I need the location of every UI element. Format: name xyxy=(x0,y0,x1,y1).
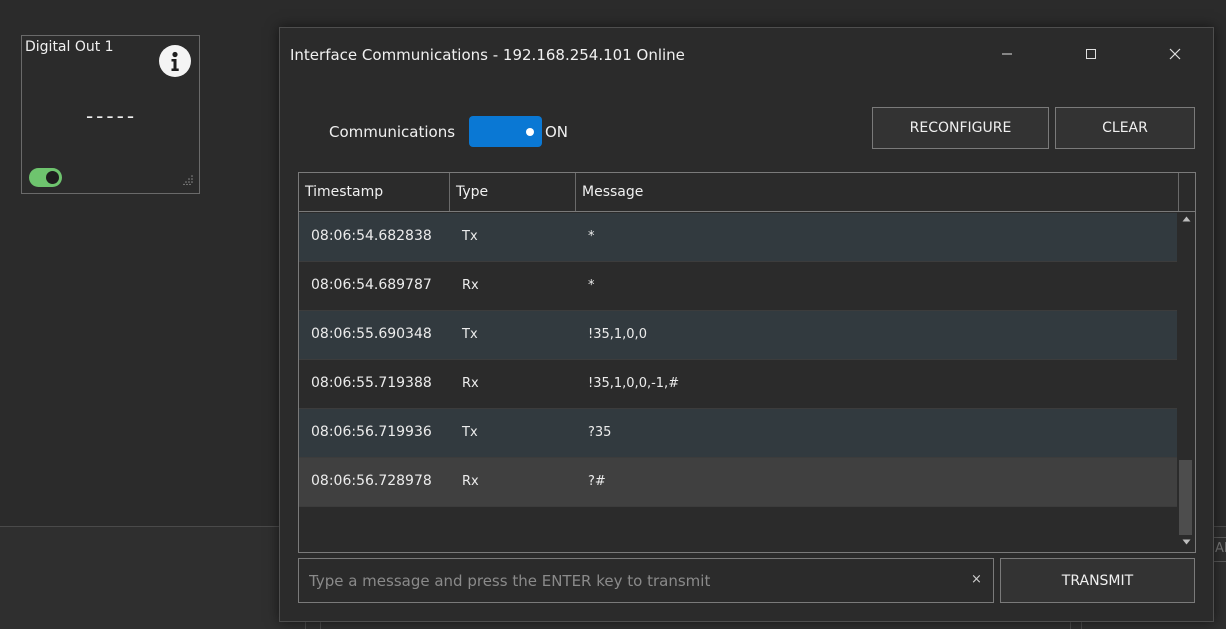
table-row[interactable]: 08:06:55.719388 Rx !35,1,0,0,-1,# xyxy=(299,360,1177,409)
cell-timestamp: 08:06:54.689787 xyxy=(311,277,432,293)
grid-rows: 08:06:54.682838 Tx * 08:06:54.689787 Rx … xyxy=(299,213,1177,507)
minimize-icon xyxy=(1002,53,1012,55)
cell-timestamp: 08:06:56.728978 xyxy=(311,473,432,489)
digital-out-tile[interactable]: Digital Out 1 ----- xyxy=(21,35,200,194)
cell-message: * xyxy=(588,278,595,293)
cell-message: * xyxy=(588,229,595,244)
message-log-grid: Timestamp Type Message 08:06:54.682838 T… xyxy=(298,172,1196,553)
cell-type: Rx xyxy=(462,278,479,293)
communications-toggle[interactable] xyxy=(469,116,542,147)
cell-message: !35,1,0,0,-1,# xyxy=(588,376,680,391)
cell-type: Tx xyxy=(462,425,478,440)
communications-label: Communications xyxy=(329,123,456,141)
transmit-button[interactable]: TRANSMIT xyxy=(1000,558,1195,603)
cell-timestamp: 08:06:55.690348 xyxy=(311,326,432,342)
column-header-type[interactable]: Type xyxy=(450,173,576,211)
clear-input-icon[interactable]: × xyxy=(971,572,982,587)
cell-type: Tx xyxy=(462,229,478,244)
table-row[interactable]: 08:06:54.682838 Tx * xyxy=(299,213,1177,262)
vertical-scrollbar[interactable] xyxy=(1178,213,1195,552)
cell-message: ?# xyxy=(588,474,606,489)
maximize-button[interactable] xyxy=(1068,38,1114,70)
communications-state: ON xyxy=(545,123,569,141)
column-header-timestamp[interactable]: Timestamp xyxy=(299,173,450,211)
table-row[interactable]: 08:06:56.719936 Tx ?35 xyxy=(299,409,1177,458)
scrollbar-thumb[interactable] xyxy=(1179,460,1192,535)
reconfigure-button[interactable]: RECONFIGURE xyxy=(872,107,1049,149)
minimize-button[interactable] xyxy=(984,38,1030,70)
info-icon[interactable] xyxy=(159,45,191,77)
toggle-knob xyxy=(46,171,59,184)
table-row-selected[interactable]: 08:06:56.728978 Rx ?# xyxy=(299,458,1177,507)
scroll-down-arrow-icon[interactable] xyxy=(1182,539,1191,545)
cell-message: !35,1,0,0 xyxy=(588,327,647,342)
tile-output-toggle[interactable] xyxy=(29,168,62,187)
cell-timestamp: 08:06:56.719936 xyxy=(311,424,432,440)
cell-message: ?35 xyxy=(588,425,612,440)
clear-button[interactable]: CLEAR xyxy=(1055,107,1195,149)
cell-timestamp: 08:06:54.682838 xyxy=(311,228,432,244)
table-row[interactable]: 08:06:55.690348 Tx !35,1,0,0 xyxy=(299,311,1177,360)
message-input[interactable] xyxy=(299,559,959,602)
dialog-title: Interface Communications - 192.168.254.1… xyxy=(290,46,685,64)
column-header-message[interactable]: Message xyxy=(576,173,1179,211)
scroll-up-arrow-icon[interactable] xyxy=(1182,216,1191,222)
cell-type: Rx xyxy=(462,376,479,391)
cell-type: Rx xyxy=(462,474,479,489)
close-button[interactable] xyxy=(1152,38,1198,70)
interface-communications-dialog: Interface Communications - 192.168.254.1… xyxy=(279,27,1214,622)
grid-header: Timestamp Type Message xyxy=(299,173,1195,212)
maximize-icon xyxy=(1086,49,1096,59)
cell-timestamp: 08:06:55.719388 xyxy=(311,375,432,391)
toggle-knob xyxy=(526,128,534,136)
background-tab-edge-text: AB xyxy=(1215,541,1226,556)
tile-value: ----- xyxy=(85,104,138,128)
background-tab-edge: AB xyxy=(1213,537,1226,562)
table-row[interactable]: 08:06:54.689787 Rx * xyxy=(299,262,1177,311)
resize-grip-icon[interactable] xyxy=(183,175,193,185)
message-input-box: × xyxy=(298,558,994,603)
close-icon xyxy=(1169,48,1181,60)
cell-type: Tx xyxy=(462,327,478,342)
tile-title: Digital Out 1 xyxy=(25,39,114,55)
